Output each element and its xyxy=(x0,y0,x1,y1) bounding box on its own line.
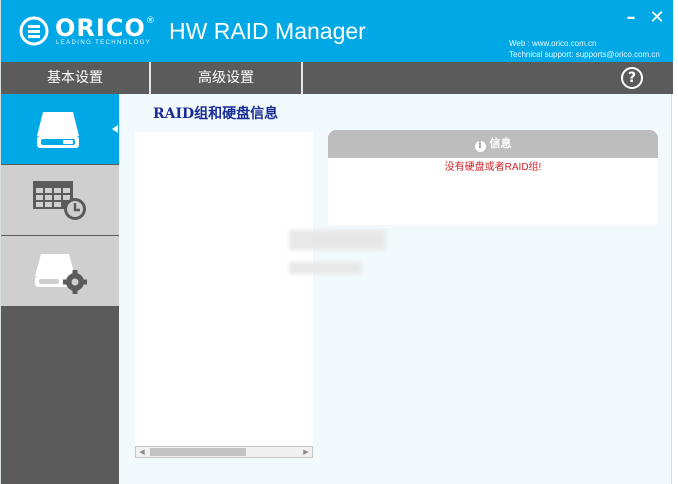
app-title: HW RAID Manager xyxy=(169,18,366,44)
info-header-label: 信息 xyxy=(489,137,512,150)
blurred-region xyxy=(289,262,361,274)
tab-divider xyxy=(301,62,303,94)
help-button[interactable]: ? xyxy=(621,67,643,89)
info-panel: i 信息 没有硬盘或者RAID组! xyxy=(328,130,658,225)
grid-clock-icon xyxy=(33,181,86,220)
scroll-right-button[interactable]: ▶ xyxy=(301,448,311,456)
horizontal-scrollbar[interactable]: ◀ ▶ xyxy=(135,446,313,458)
sidebar-item-drive-settings[interactable] xyxy=(1,236,119,306)
sidebar-item-raid-info[interactable] xyxy=(1,94,119,164)
close-button[interactable]: ✕ xyxy=(649,9,665,27)
active-indicator xyxy=(112,125,118,133)
blurred-region xyxy=(289,230,385,250)
contact-web: Web : www.orico.com.cn xyxy=(509,39,597,48)
brand-tagline: LEADING TECHNOLOGY xyxy=(56,40,152,46)
info-icon: i xyxy=(474,141,486,152)
hard-drive-icon xyxy=(37,112,79,148)
brand-name: ORICO® xyxy=(55,14,156,42)
info-panel-header: i 信息 xyxy=(328,130,658,158)
sidebar xyxy=(1,94,119,484)
contact-support: Technical support: supports@orico.com.cn xyxy=(509,50,660,59)
page-title: RAID组和硬盘信息 xyxy=(153,106,279,122)
drive-gear-icon xyxy=(35,254,87,294)
tab-advanced-settings[interactable]: 高级设置 xyxy=(151,62,301,94)
title-bar[interactable]: ORICO® LEADING TECHNOLOGY HW RAID Manage… xyxy=(1,0,673,62)
sidebar-item-schedule[interactable] xyxy=(1,165,119,235)
orico-logo-icon xyxy=(19,16,49,46)
scrollbar-thumb[interactable] xyxy=(150,448,246,456)
tab-bar: 基本设置 高级设置 ? xyxy=(1,62,673,94)
minimize-button[interactable]: – xyxy=(623,9,639,27)
scroll-left-button[interactable]: ◀ xyxy=(137,448,147,456)
info-header-content: i 信息 xyxy=(328,130,658,158)
app-window: ORICO® LEADING TECHNOLOGY HW RAID Manage… xyxy=(0,0,673,484)
tab-basic-settings[interactable]: 基本设置 xyxy=(1,62,149,94)
raid-group-list[interactable] xyxy=(135,132,313,458)
info-message: 没有硬盘或者RAID组! xyxy=(444,162,542,173)
brand-registered-mark: ® xyxy=(145,16,156,26)
contact-info: Web : www.orico.com.cn Technical support… xyxy=(509,38,660,60)
brand-logo: ORICO® LEADING TECHNOLOGY xyxy=(19,14,159,50)
